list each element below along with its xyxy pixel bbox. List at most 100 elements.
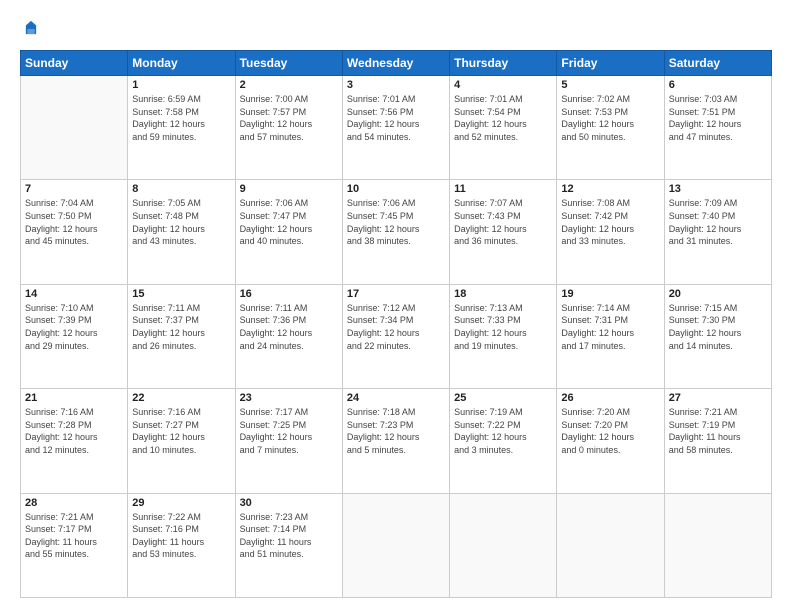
day-number: 7	[25, 183, 123, 195]
day-info: Sunrise: 7:22 AM Sunset: 7:16 PM Dayligh…	[132, 511, 230, 561]
day-number: 29	[132, 497, 230, 509]
day-info: Sunrise: 7:11 AM Sunset: 7:37 PM Dayligh…	[132, 302, 230, 352]
day-info: Sunrise: 7:06 AM Sunset: 7:47 PM Dayligh…	[240, 197, 338, 247]
calendar-day-cell	[664, 493, 771, 597]
logo-icon	[20, 18, 42, 40]
day-info: Sunrise: 7:23 AM Sunset: 7:14 PM Dayligh…	[240, 511, 338, 561]
calendar-week-row: 1Sunrise: 6:59 AM Sunset: 7:58 PM Daylig…	[21, 76, 772, 180]
day-number: 6	[669, 79, 767, 91]
day-info: Sunrise: 7:01 AM Sunset: 7:54 PM Dayligh…	[454, 93, 552, 143]
calendar-day-cell: 24 Sunrise: 7:18 AM Sunset: 7:23 PM Dayli…	[342, 389, 449, 493]
calendar-day-cell: 1Sunrise: 6:59 AM Sunset: 7:58 PM Daylig…	[128, 76, 235, 180]
calendar-day-cell: 15 Sunrise: 7:11 AM Sunset: 7:37 PM Dayli…	[128, 284, 235, 388]
day-number: 22	[132, 392, 230, 404]
day-info: Sunrise: 7:04 AM Sunset: 7:50 PM Dayligh…	[25, 197, 123, 247]
day-info: Sunrise: 7:18 AM Sunset: 7:23 PM Dayligh…	[347, 406, 445, 456]
day-number: 27	[669, 392, 767, 404]
day-info: Sunrise: 7:13 AM Sunset: 7:33 PM Dayligh…	[454, 302, 552, 352]
calendar-day-cell: 8 Sunrise: 7:05 AM Sunset: 7:48 PM Daylig…	[128, 180, 235, 284]
calendar-day-cell: 18Sunrise: 7:13 AM Sunset: 7:33 PM Dayli…	[450, 284, 557, 388]
calendar-day-cell: 23 Sunrise: 7:17 AM Sunset: 7:25 PM Dayli…	[235, 389, 342, 493]
day-info: Sunrise: 7:14 AM Sunset: 7:31 PM Dayligh…	[561, 302, 659, 352]
calendar-day-cell	[557, 493, 664, 597]
day-info: Sunrise: 7:10 AM Sunset: 7:39 PM Dayligh…	[25, 302, 123, 352]
calendar-table: SundayMondayTuesdayWednesdayThursdayFrid…	[20, 50, 772, 598]
day-number: 4	[454, 79, 552, 91]
calendar-day-cell: 7 Sunrise: 7:04 AM Sunset: 7:50 PM Daylig…	[21, 180, 128, 284]
day-info: Sunrise: 7:08 AM Sunset: 7:42 PM Dayligh…	[561, 197, 659, 247]
day-info: Sunrise: 7:06 AM Sunset: 7:45 PM Dayligh…	[347, 197, 445, 247]
calendar-day-cell: 4 Sunrise: 7:01 AM Sunset: 7:54 PM Daylig…	[450, 76, 557, 180]
day-info: Sunrise: 7:12 AM Sunset: 7:34 PM Dayligh…	[347, 302, 445, 352]
calendar-day-cell	[21, 76, 128, 180]
day-number: 3	[347, 79, 445, 91]
day-number: 28	[25, 497, 123, 509]
calendar-day-cell: 19 Sunrise: 7:14 AM Sunset: 7:31 PM Dayli…	[557, 284, 664, 388]
calendar-header-row: SundayMondayTuesdayWednesdayThursdayFrid…	[21, 51, 772, 76]
day-number: 8	[132, 183, 230, 195]
day-number: 5	[561, 79, 659, 91]
day-number: 16	[240, 288, 338, 300]
calendar-day-cell: 26 Sunrise: 7:20 AM Sunset: 7:20 PM Dayli…	[557, 389, 664, 493]
logo	[20, 18, 46, 40]
day-info: Sunrise: 7:11 AM Sunset: 7:36 PM Dayligh…	[240, 302, 338, 352]
calendar-day-cell: 13 Sunrise: 7:09 AM Sunset: 7:40 PM Dayli…	[664, 180, 771, 284]
day-info: Sunrise: 7:09 AM Sunset: 7:40 PM Dayligh…	[669, 197, 767, 247]
day-info: Sunrise: 7:00 AM Sunset: 7:57 PM Dayligh…	[240, 93, 338, 143]
calendar-day-cell: 16 Sunrise: 7:11 AM Sunset: 7:36 PM Dayli…	[235, 284, 342, 388]
day-info: Sunrise: 7:05 AM Sunset: 7:48 PM Dayligh…	[132, 197, 230, 247]
day-number: 19	[561, 288, 659, 300]
calendar-day-cell: 2 Sunrise: 7:00 AM Sunset: 7:57 PM Daylig…	[235, 76, 342, 180]
calendar-day-cell: 20Sunrise: 7:15 AM Sunset: 7:30 PM Dayli…	[664, 284, 771, 388]
day-of-week-header: Monday	[128, 51, 235, 76]
day-info: Sunrise: 7:17 AM Sunset: 7:25 PM Dayligh…	[240, 406, 338, 456]
day-info: Sunrise: 7:20 AM Sunset: 7:20 PM Dayligh…	[561, 406, 659, 456]
day-info: Sunrise: 7:16 AM Sunset: 7:28 PM Dayligh…	[25, 406, 123, 456]
page: SundayMondayTuesdayWednesdayThursdayFrid…	[0, 0, 792, 612]
day-info: Sunrise: 7:02 AM Sunset: 7:53 PM Dayligh…	[561, 93, 659, 143]
day-of-week-header: Wednesday	[342, 51, 449, 76]
calendar-week-row: 14 Sunrise: 7:10 AM Sunset: 7:39 PM Dayli…	[21, 284, 772, 388]
calendar-day-cell: 5 Sunrise: 7:02 AM Sunset: 7:53 PM Daylig…	[557, 76, 664, 180]
calendar-day-cell	[342, 493, 449, 597]
day-number: 12	[561, 183, 659, 195]
day-info: Sunrise: 7:01 AM Sunset: 7:56 PM Dayligh…	[347, 93, 445, 143]
day-number: 1	[132, 79, 230, 91]
calendar-day-cell: 27Sunrise: 7:21 AM Sunset: 7:19 PM Dayli…	[664, 389, 771, 493]
calendar-day-cell: 29 Sunrise: 7:22 AM Sunset: 7:16 PM Dayli…	[128, 493, 235, 597]
calendar-day-cell: 14 Sunrise: 7:10 AM Sunset: 7:39 PM Dayli…	[21, 284, 128, 388]
day-number: 15	[132, 288, 230, 300]
header	[20, 18, 772, 40]
calendar-day-cell: 10 Sunrise: 7:06 AM Sunset: 7:45 PM Dayli…	[342, 180, 449, 284]
calendar-day-cell: 22Sunrise: 7:16 AM Sunset: 7:27 PM Dayli…	[128, 389, 235, 493]
day-of-week-header: Sunday	[21, 51, 128, 76]
day-of-week-header: Friday	[557, 51, 664, 76]
day-number: 23	[240, 392, 338, 404]
calendar-day-cell: 6Sunrise: 7:03 AM Sunset: 7:51 PM Daylig…	[664, 76, 771, 180]
day-number: 20	[669, 288, 767, 300]
calendar-week-row: 7 Sunrise: 7:04 AM Sunset: 7:50 PM Daylig…	[21, 180, 772, 284]
day-number: 13	[669, 183, 767, 195]
calendar-week-row: 21 Sunrise: 7:16 AM Sunset: 7:28 PM Dayli…	[21, 389, 772, 493]
day-info: Sunrise: 7:07 AM Sunset: 7:43 PM Dayligh…	[454, 197, 552, 247]
day-number: 26	[561, 392, 659, 404]
day-of-week-header: Thursday	[450, 51, 557, 76]
day-of-week-header: Saturday	[664, 51, 771, 76]
day-number: 14	[25, 288, 123, 300]
day-number: 2	[240, 79, 338, 91]
calendar-day-cell: 25Sunrise: 7:19 AM Sunset: 7:22 PM Dayli…	[450, 389, 557, 493]
day-number: 21	[25, 392, 123, 404]
calendar-day-cell: 28 Sunrise: 7:21 AM Sunset: 7:17 PM Dayli…	[21, 493, 128, 597]
calendar-week-row: 28 Sunrise: 7:21 AM Sunset: 7:17 PM Dayli…	[21, 493, 772, 597]
day-number: 11	[454, 183, 552, 195]
calendar-day-cell: 21 Sunrise: 7:16 AM Sunset: 7:28 PM Dayli…	[21, 389, 128, 493]
day-info: Sunrise: 7:19 AM Sunset: 7:22 PM Dayligh…	[454, 406, 552, 456]
calendar-day-cell: 30Sunrise: 7:23 AM Sunset: 7:14 PM Dayli…	[235, 493, 342, 597]
day-info: Sunrise: 7:21 AM Sunset: 7:17 PM Dayligh…	[25, 511, 123, 561]
day-number: 17	[347, 288, 445, 300]
calendar-day-cell: 11 Sunrise: 7:07 AM Sunset: 7:43 PM Dayli…	[450, 180, 557, 284]
day-number: 9	[240, 183, 338, 195]
day-number: 10	[347, 183, 445, 195]
day-number: 24	[347, 392, 445, 404]
calendar-day-cell: 17 Sunrise: 7:12 AM Sunset: 7:34 PM Dayli…	[342, 284, 449, 388]
